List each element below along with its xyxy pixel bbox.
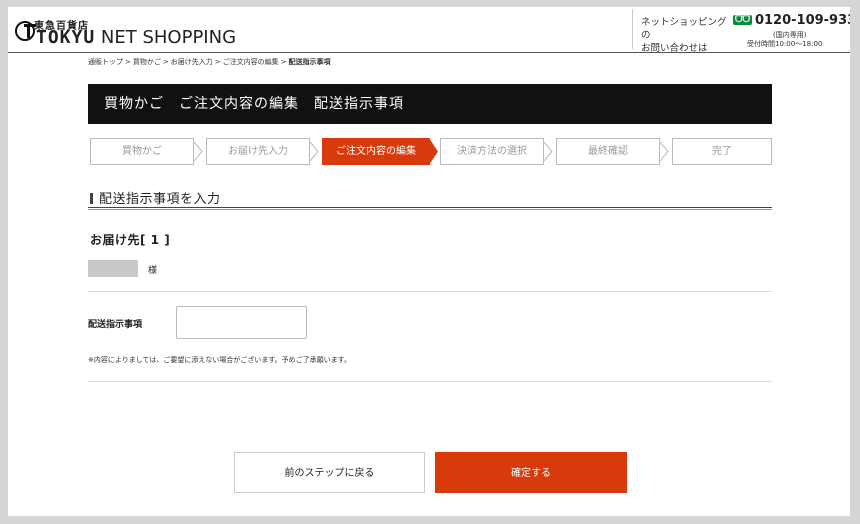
recipient-name-redacted (88, 260, 138, 277)
contact-info: ネットショッピングの お問い合わせは ᗜᗜ 0120-109-933 (国内専用)… (632, 9, 850, 54)
step-final-confirm: 最終確認 (556, 138, 660, 165)
logo-english-text: TOKYU NET SHOPPING (36, 27, 236, 48)
notice-text: ※内容によりましては、ご要望に添えない場合がございます。予めご了承願います。 (88, 356, 351, 364)
breadcrumb: 通販トップ > 買物かご > お届け先入力 > ご注文内容の編集 > 配送指示事項 (88, 57, 331, 67)
breadcrumb-item-address[interactable]: お届け先入力 (171, 58, 213, 66)
honorific: 様 (148, 266, 158, 276)
contact-label-line-1: ネットショッピングの (641, 17, 727, 41)
breadcrumb-separator: > (214, 58, 221, 66)
phone-hours: 受付時間10:00〜18:00 (747, 40, 823, 48)
logo-brand: TOKYU (36, 27, 96, 48)
step-chevron-icon (309, 142, 319, 161)
phone-number-text: 0120-109-933 (754, 13, 850, 28)
breadcrumb-separator: > (125, 58, 131, 66)
step-chevron-icon (659, 142, 669, 161)
section-divider (88, 207, 772, 210)
breadcrumb-item-edit[interactable]: ご注文内容の編集 (223, 58, 279, 66)
breadcrumb-separator: > (280, 58, 287, 66)
step-complete: 完了 (672, 138, 772, 165)
contact-label-line-2: お問い合わせは (641, 43, 708, 54)
site-logo[interactable]: 東急百貨店 TOKYU NET SHOPPING (14, 17, 294, 48)
breadcrumb-separator: > (162, 58, 169, 66)
divider (88, 381, 772, 382)
site-header: 東急百貨店 TOKYU NET SHOPPING ネットショッピングの お問い合… (8, 7, 850, 54)
delivery-instructions-input[interactable] (176, 306, 307, 339)
logo-suffix: NET SHOPPING (95, 27, 237, 48)
freedial-icon: ᗜᗜ (733, 15, 752, 25)
confirm-button[interactable]: 確定する (435, 452, 627, 493)
page: 東急百貨店 TOKYU NET SHOPPING ネットショッピングの お問い合… (8, 7, 850, 516)
section-title-text: 配送指示事項を入力 (99, 192, 221, 207)
step-payment: 決済方法の選択 (440, 138, 544, 165)
step-chevron-icon (543, 142, 553, 161)
step-cart: 買物かご (90, 138, 194, 165)
step-edit-order: ご注文内容の編集 (322, 138, 430, 165)
contact-label: ネットショッピングの お問い合わせは (641, 16, 731, 55)
section-marker-icon (90, 193, 93, 204)
back-button[interactable]: 前のステップに戻る (234, 452, 425, 493)
checkout-steps: 買物かご お届け先入力 ご注文内容の編集 決済方法の選択 最終確認 完了 (90, 138, 772, 165)
divider (88, 291, 772, 292)
breadcrumb-current: 配送指示事項 (288, 58, 331, 66)
step-address: お届け先入力 (206, 138, 310, 165)
section-title: 配送指示事項を入力 (90, 188, 221, 207)
step-chevron-icon (193, 142, 203, 161)
page-title: 買物かご ご注文内容の編集 配送指示事項 (88, 84, 772, 124)
tokyu-logo-icon (15, 21, 36, 41)
phone-number: ᗜᗜ 0120-109-933 (733, 13, 850, 28)
destination-title: お届け先[ 1 ] (90, 233, 171, 247)
breadcrumb-item-cart[interactable]: 買物かご (133, 58, 161, 66)
delivery-instructions-label: 配送指示事項 (88, 320, 143, 330)
breadcrumb-item-top[interactable]: 通販トップ (88, 58, 123, 66)
